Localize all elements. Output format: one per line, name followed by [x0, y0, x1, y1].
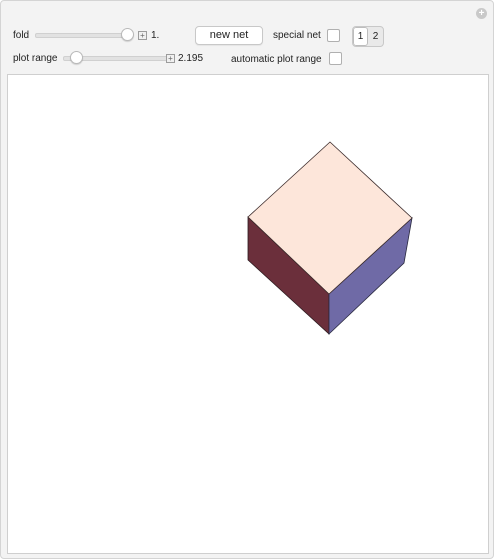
fold-slider-track[interactable]	[35, 33, 131, 38]
plot-range-slider-thumb[interactable]	[70, 51, 83, 64]
automatic-plot-range-label: automatic plot range	[231, 54, 322, 65]
plot-range-value: 2.195	[178, 53, 204, 64]
cube-graphic	[247, 141, 413, 335]
net-choice-1[interactable]: 1	[353, 27, 368, 46]
special-net-label: special net	[273, 30, 321, 41]
new-net-button[interactable]: new net	[195, 26, 263, 45]
special-net-checkbox[interactable]	[327, 29, 340, 42]
plot-range-label: plot range	[13, 53, 58, 64]
plot-range-plus-icon[interactable]: +	[166, 54, 175, 63]
automatic-plot-range-checkbox[interactable]	[329, 52, 342, 65]
net-choice-toggle[interactable]: 1 2	[352, 26, 384, 47]
net-choice-2[interactable]: 2	[368, 27, 383, 46]
fold-value: 1.	[151, 30, 160, 41]
fold-label: fold	[13, 30, 30, 41]
demonstration-panel: + fold + 1. new net special net 1 2 plot…	[0, 0, 494, 559]
plot-area[interactable]	[7, 74, 489, 554]
fold-slider-thumb[interactable]	[121, 28, 134, 41]
fold-plus-icon[interactable]: +	[138, 31, 147, 40]
add-circle-icon[interactable]: +	[476, 8, 487, 19]
